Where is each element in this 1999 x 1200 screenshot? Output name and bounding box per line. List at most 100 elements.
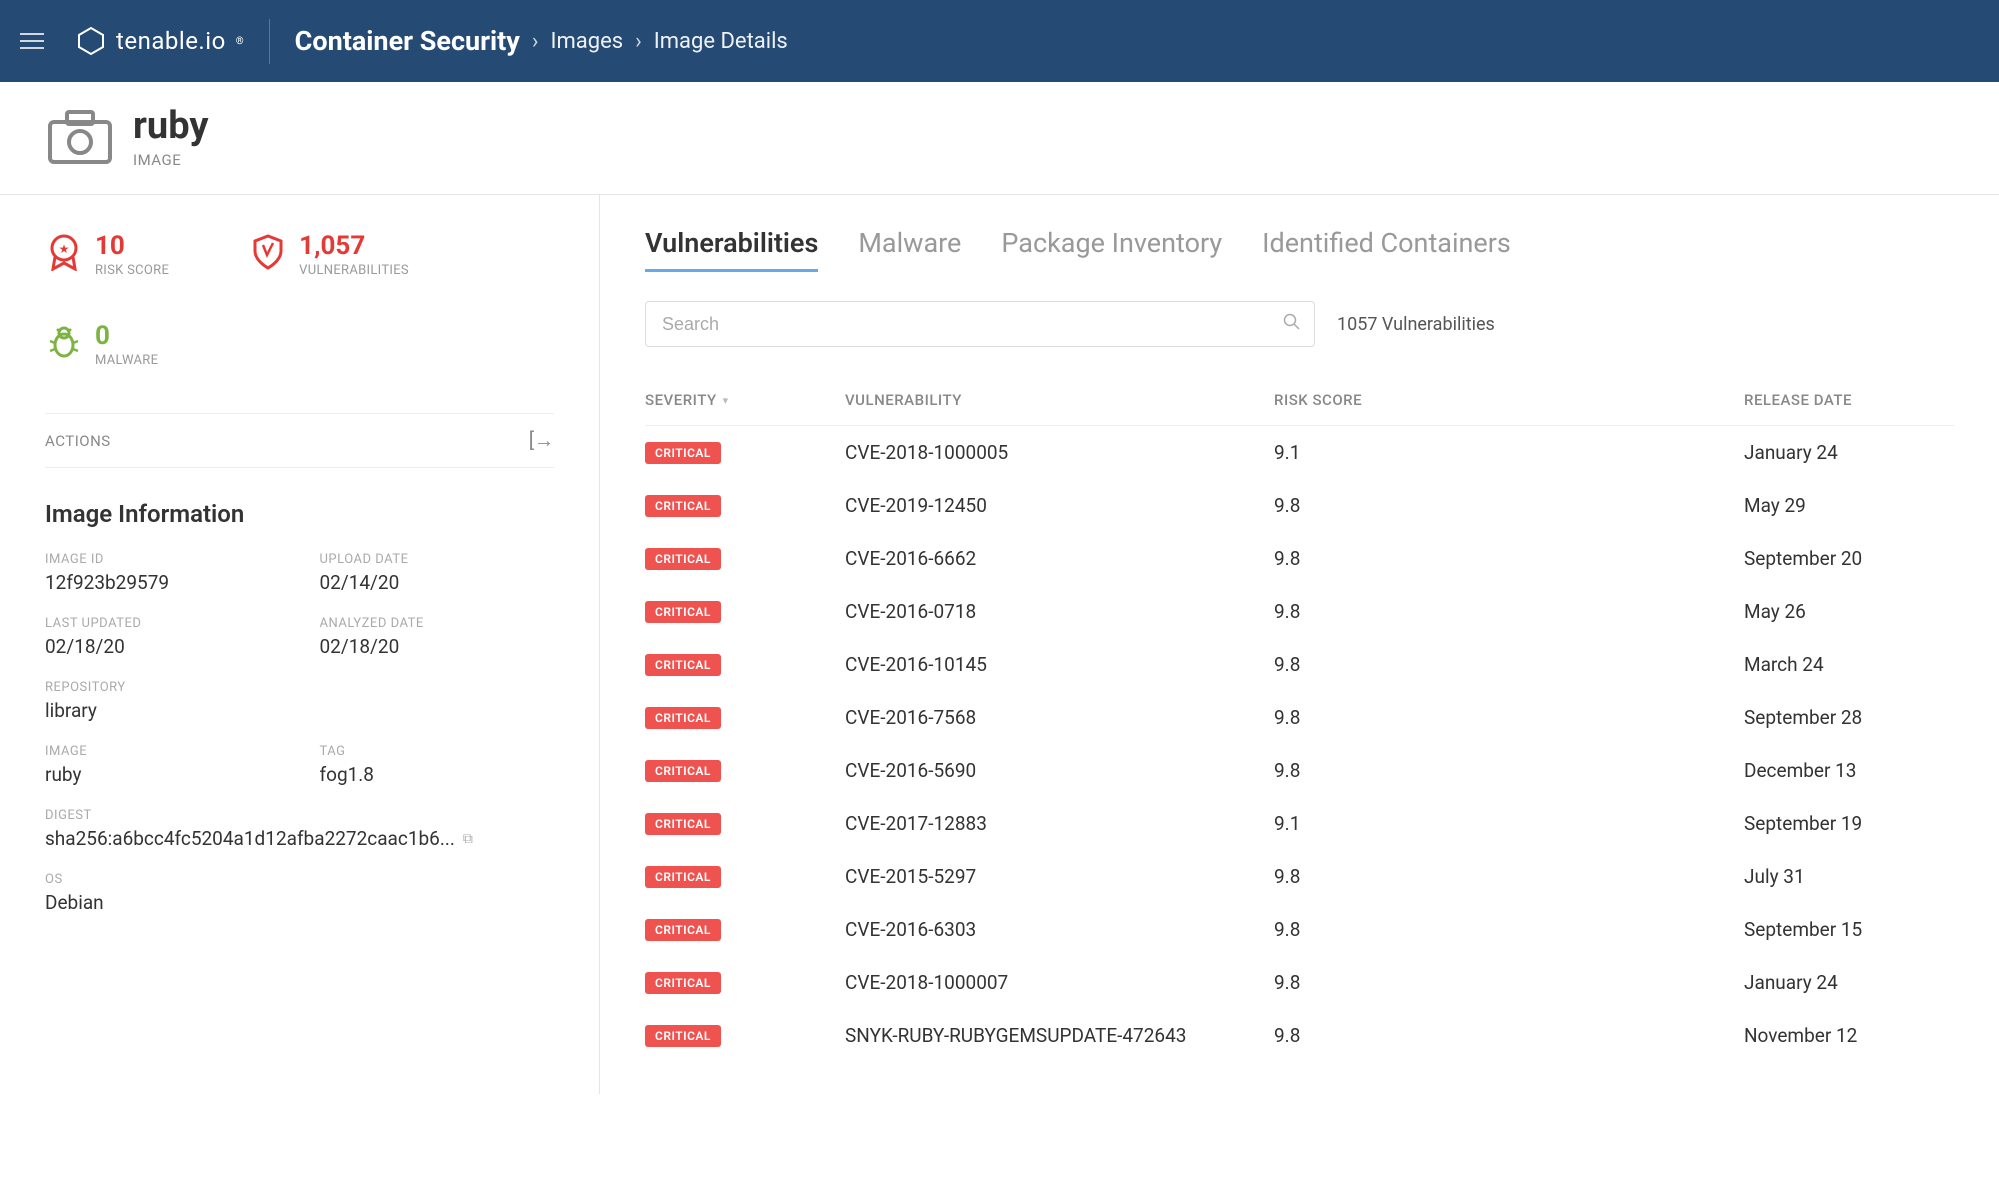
vulnerability-id: CVE-2018-1000007 bbox=[845, 971, 1274, 994]
table-row[interactable]: CRITICALCVE-2016-75689.8September 28 bbox=[645, 691, 1954, 744]
brand-logo[interactable]: tenable.io® bbox=[76, 26, 244, 56]
tab-package-inventory[interactable]: Package Inventory bbox=[1001, 227, 1222, 272]
image-info-title: Image Information bbox=[45, 500, 554, 528]
vulnerability-id: SNYK-RUBY-RUBYGEMSUPDATE-472643 bbox=[845, 1024, 1274, 1047]
column-vulnerability[interactable]: VULNERABILITY bbox=[845, 391, 1274, 409]
release-date: July 31 bbox=[1744, 865, 1954, 888]
severity-badge: CRITICAL bbox=[645, 495, 721, 517]
vulnerability-id: CVE-2019-12450 bbox=[845, 494, 1274, 517]
page-title: ruby bbox=[133, 107, 209, 145]
table-row[interactable]: CRITICALCVE-2018-10000079.8January 24 bbox=[645, 956, 1954, 1009]
image-id-value: 12f923b29579 bbox=[45, 571, 280, 594]
search-input[interactable] bbox=[645, 301, 1315, 347]
tab-vulnerabilities[interactable]: Vulnerabilities bbox=[645, 227, 818, 272]
column-severity[interactable]: SEVERITY ▾ bbox=[645, 391, 845, 409]
release-date: September 15 bbox=[1744, 918, 1954, 941]
release-date: September 19 bbox=[1744, 812, 1954, 835]
breadcrumb: Container Security › Images › Image Deta… bbox=[295, 25, 788, 57]
vulnerability-id: CVE-2015-5297 bbox=[845, 865, 1274, 888]
breadcrumb-root[interactable]: Container Security bbox=[295, 25, 520, 57]
tab-malware[interactable]: Malware bbox=[858, 227, 961, 272]
table-row[interactable]: CRITICAL CVE-2016-66629.8September 20 bbox=[645, 532, 1954, 585]
divider bbox=[269, 19, 270, 64]
repository-label: REPOSITORY bbox=[45, 680, 554, 695]
vulnerability-id: CVE-2016-6303 bbox=[845, 918, 1274, 941]
column-risk-score[interactable]: RISK SCORE bbox=[1274, 391, 1744, 409]
risk-score: 9.8 bbox=[1274, 759, 1744, 782]
hexagon-icon bbox=[76, 26, 106, 56]
column-release-date[interactable]: RELEASE DATE bbox=[1744, 391, 1954, 409]
export-icon[interactable]: [→ bbox=[529, 428, 554, 453]
tab-bar: Vulnerabilities Malware Package Inventor… bbox=[645, 227, 1954, 273]
search-icon[interactable] bbox=[1283, 313, 1301, 335]
vulnerability-id: CVE-2016-5690 bbox=[845, 759, 1274, 782]
table-row[interactable]: CRITICALCVE-2016-63039.8September 15 bbox=[645, 903, 1954, 956]
malware-label: MALWARE bbox=[95, 353, 158, 368]
vulnerability-id: CVE-2016-10145 bbox=[845, 653, 1274, 676]
image-label: IMAGE bbox=[45, 744, 280, 759]
risk-score: 9.8 bbox=[1274, 1024, 1744, 1047]
vulnerabilities-table: SEVERITY ▾ VULNERABILITY RISK SCORE RELE… bbox=[645, 375, 1954, 1062]
breadcrumb-images[interactable]: Images bbox=[551, 29, 624, 54]
risk-score-value: 10 bbox=[95, 233, 169, 259]
risk-score: 9.8 bbox=[1274, 971, 1744, 994]
severity-badge: CRITICAL bbox=[645, 601, 721, 623]
vulnerability-id: CVE-2017-12883 bbox=[845, 812, 1274, 835]
column-severity-label: SEVERITY bbox=[645, 391, 717, 409]
severity-badge: CRITICAL bbox=[645, 1025, 721, 1047]
severity-badge: CRITICAL bbox=[645, 866, 721, 888]
vulnerability-id: CVE-2016-6662 bbox=[845, 547, 1274, 570]
analyzed-date-value: 02/18/20 bbox=[320, 635, 555, 658]
main-content: Vulnerabilities Malware Package Inventor… bbox=[600, 195, 1999, 1094]
tab-identified-containers[interactable]: Identified Containers bbox=[1262, 227, 1511, 272]
risk-score: 9.8 bbox=[1274, 918, 1744, 941]
upload-date-value: 02/14/20 bbox=[320, 571, 555, 594]
results-count: 1057 Vulnerabilities bbox=[1337, 314, 1495, 335]
badge-icon: ★ bbox=[45, 233, 83, 271]
severity-badge: CRITICAL bbox=[645, 707, 721, 729]
bug-icon bbox=[45, 323, 83, 361]
release-date: January 24 bbox=[1744, 971, 1954, 994]
risk-score-label: RISK SCORE bbox=[95, 263, 169, 278]
table-row[interactable]: CRITICALCVE-2019-124509.8May 29 bbox=[645, 479, 1954, 532]
risk-score: 9.8 bbox=[1274, 600, 1744, 623]
severity-badge: CRITICAL bbox=[645, 654, 721, 676]
brand-name: tenable.io bbox=[116, 27, 226, 55]
vulnerabilities-value: 1,057 bbox=[299, 233, 409, 259]
table-row[interactable]: CRITICALCVE-2015-52979.8July 31 bbox=[645, 850, 1954, 903]
metric-malware: 0 MALWARE bbox=[45, 323, 158, 368]
sidebar: ★ 10 RISK SCORE 1,057 VULNERABILITIES 0 … bbox=[0, 195, 600, 1094]
svg-text:★: ★ bbox=[59, 242, 70, 256]
chevron-right-icon: › bbox=[532, 29, 539, 54]
release-date: March 24 bbox=[1744, 653, 1954, 676]
release-date: May 26 bbox=[1744, 600, 1954, 623]
table-row[interactable]: CRITICALCVE-2016-56909.8December 13 bbox=[645, 744, 1954, 797]
malware-value: 0 bbox=[95, 323, 158, 349]
table-row[interactable]: CRITICALCVE-2018-10000059.1January 24 bbox=[645, 426, 1954, 479]
last-updated-value: 02/18/20 bbox=[45, 635, 280, 658]
table-row[interactable]: CRITICALCVE-2016-07189.8May 26 bbox=[645, 585, 1954, 638]
os-label: OS bbox=[45, 872, 554, 887]
risk-score: 9.8 bbox=[1274, 547, 1744, 570]
tag-value: fog1.8 bbox=[320, 763, 555, 786]
table-row[interactable]: CRITICALCVE-2017-128839.1September 19 bbox=[645, 797, 1954, 850]
release-date: September 20 bbox=[1744, 547, 1954, 570]
severity-badge: CRITICAL bbox=[645, 548, 721, 570]
actions-label: ACTIONS bbox=[45, 432, 111, 450]
risk-score: 9.1 bbox=[1274, 812, 1744, 835]
chevron-right-icon: › bbox=[635, 29, 642, 54]
metric-vulnerabilities: 1,057 VULNERABILITIES bbox=[249, 233, 409, 278]
release-date: September 28 bbox=[1744, 706, 1954, 729]
upload-date-label: UPLOAD DATE bbox=[320, 552, 555, 567]
last-updated-label: LAST UPDATED bbox=[45, 616, 280, 631]
menu-icon[interactable] bbox=[20, 29, 44, 53]
actions-bar: ACTIONS [→ bbox=[45, 413, 554, 468]
page-header: ruby IMAGE bbox=[0, 82, 1999, 195]
page-subtitle: IMAGE bbox=[133, 151, 209, 169]
repository-value: library bbox=[45, 699, 554, 722]
sort-icon: ▾ bbox=[723, 394, 729, 407]
release-date: May 29 bbox=[1744, 494, 1954, 517]
copy-icon[interactable]: ⧉ bbox=[463, 831, 473, 847]
table-row[interactable]: CRITICAL SNYK-RUBY-RUBYGEMSUPDATE-4726439… bbox=[645, 1009, 1954, 1062]
table-row[interactable]: CRITICALCVE-2016-101459.8March 24 bbox=[645, 638, 1954, 691]
